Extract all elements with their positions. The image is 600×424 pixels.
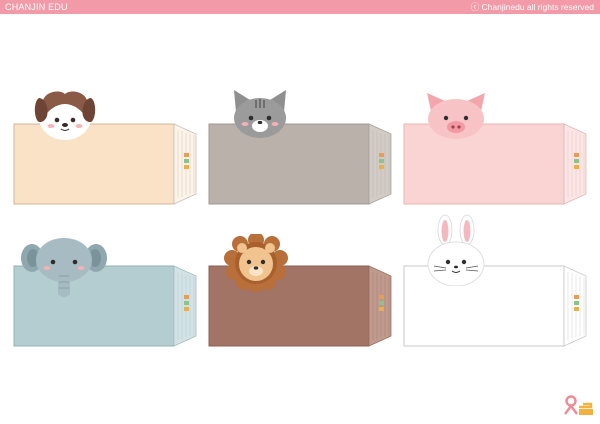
elephant-face-icon <box>21 238 107 297</box>
cat-face-icon <box>234 90 286 138</box>
seal-tab <box>184 153 189 169</box>
chanjin-logo-icon <box>564 395 593 415</box>
pig-face-icon <box>427 93 485 139</box>
envelope-flap <box>563 265 587 347</box>
envelope-flap <box>173 265 197 347</box>
lion-face-icon <box>224 234 288 292</box>
brand-name: CHANJIN EDU <box>5 2 68 12</box>
seal-tab <box>574 153 579 169</box>
seal-tab <box>184 295 189 311</box>
envelope-flap <box>173 123 197 205</box>
envelope-flap <box>368 123 392 205</box>
envelope-flap <box>368 265 392 347</box>
dog-face-icon <box>34 91 96 140</box>
seal-tab <box>379 295 384 311</box>
seal-tab <box>574 295 579 311</box>
header-bar: CHANJIN EDU ⓒ Chanjinedu all rights rese… <box>0 0 600 14</box>
rabbit-face-icon <box>427 214 485 286</box>
envelope-flap <box>563 123 587 205</box>
copyright-text: ⓒ Chanjinedu all rights reserved <box>470 2 594 12</box>
seal-tab <box>379 153 384 169</box>
